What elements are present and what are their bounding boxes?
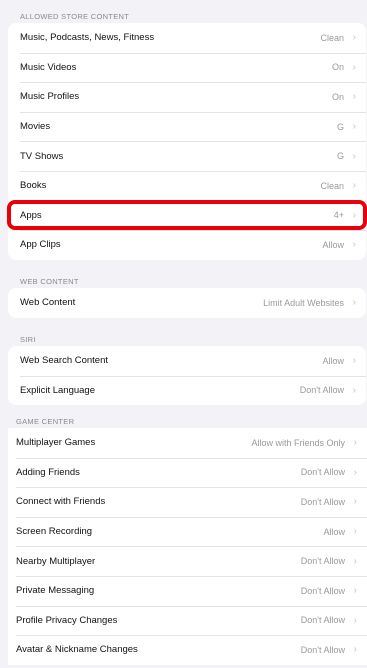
row-adding-friends[interactable]: Adding Friends Don't Allow › xyxy=(8,457,367,488)
chevron-right-icon: › xyxy=(352,91,356,103)
row-value: Allow with Friends Only xyxy=(251,437,345,448)
row-label: Music Videos xyxy=(20,61,77,73)
chevron-right-icon: › xyxy=(353,466,357,478)
row-label: TV Shows xyxy=(20,150,64,162)
row-value: Limit Adult Websites xyxy=(263,297,344,308)
row-label: Multiplayer Games xyxy=(16,437,96,449)
row-label: Web Content xyxy=(20,297,76,309)
row-value: Don't Allow xyxy=(300,556,345,567)
chevron-right-icon: › xyxy=(353,644,357,656)
section-header-web-content: WEB CONTENT xyxy=(20,277,79,286)
game-center-group: Multiplayer Games Allow with Friends Onl… xyxy=(8,428,367,665)
apps-row-highlight xyxy=(7,200,367,230)
row-web-search-content[interactable]: Web Search Content Allow › xyxy=(8,346,366,376)
row-music-profiles[interactable]: Music Profiles On › xyxy=(8,82,366,112)
row-label: Web Search Content xyxy=(20,355,109,367)
chevron-right-icon: › xyxy=(352,180,356,192)
row-label: Books xyxy=(20,180,47,192)
row-connect-with-friends[interactable]: Connect with Friends Don't Allow › xyxy=(8,487,367,517)
row-value: On xyxy=(331,91,344,102)
chevron-right-icon: › xyxy=(352,239,356,251)
row-explicit-language[interactable]: Explicit Language Don't Allow › xyxy=(8,375,366,406)
row-value: G xyxy=(336,151,344,162)
siri-group: Web Search Content Allow › Explicit Lang… xyxy=(8,346,366,406)
chevron-right-icon: › xyxy=(352,32,356,44)
row-label: Music Profiles xyxy=(20,91,80,103)
row-value: Allow xyxy=(323,526,345,537)
row-label: Profile Privacy Changes xyxy=(16,614,118,626)
row-screen-recording[interactable]: Screen Recording Allow › xyxy=(8,516,367,547)
section-header-game-center: GAME CENTER xyxy=(16,417,75,426)
row-label: Private Messaging xyxy=(16,585,95,597)
row-value: Clean xyxy=(320,32,344,43)
row-value: Don't Allow xyxy=(299,385,344,396)
row-music-podcasts[interactable]: Music, Podcasts, News, Fitness Clean › xyxy=(8,23,366,53)
section-header-allowed-store: ALLOWED STORE CONTENT xyxy=(20,12,130,21)
row-label: Music, Podcasts, News, Fitness xyxy=(20,32,155,44)
chevron-right-icon: › xyxy=(352,384,356,396)
chevron-right-icon: › xyxy=(353,526,357,538)
row-value: On xyxy=(331,62,344,73)
chevron-right-icon: › xyxy=(353,437,357,449)
row-profile-privacy-changes[interactable]: Profile Privacy Changes Don't Allow › xyxy=(8,605,367,636)
row-value: Allow xyxy=(322,239,344,250)
row-music-videos[interactable]: Music Videos On › xyxy=(8,52,366,83)
row-label: Explicit Language xyxy=(20,384,95,396)
chevron-right-icon: › xyxy=(353,555,357,567)
chevron-right-icon: › xyxy=(352,297,356,309)
row-nearby-multiplayer[interactable]: Nearby Multiplayer Don't Allow › xyxy=(8,546,367,576)
web-content-group: Web Content Limit Adult Websites › xyxy=(8,288,366,318)
row-value: Don't Allow xyxy=(300,615,345,626)
row-tv-shows[interactable]: TV Shows G › xyxy=(8,141,366,171)
row-value: Don't Allow xyxy=(300,467,345,478)
row-multiplayer-games[interactable]: Multiplayer Games Allow with Friends Onl… xyxy=(8,428,367,458)
row-books[interactable]: Books Clean › xyxy=(8,170,366,201)
row-value: Don't Allow xyxy=(300,496,345,507)
row-avatar-nickname-changes[interactable]: Avatar & Nickname Changes Don't Allow › xyxy=(8,635,367,665)
row-value: Allow xyxy=(322,355,344,366)
chevron-right-icon: › xyxy=(353,614,357,626)
row-web-content[interactable]: Web Content Limit Adult Websites › xyxy=(8,288,366,318)
row-app-clips[interactable]: App Clips Allow › xyxy=(8,230,366,260)
row-label: App Clips xyxy=(20,239,61,251)
row-private-messaging[interactable]: Private Messaging Don't Allow › xyxy=(8,575,367,606)
chevron-right-icon: › xyxy=(353,496,357,508)
row-value: Don't Allow xyxy=(300,644,345,655)
row-value: Clean xyxy=(320,180,344,191)
row-label: Connect with Friends xyxy=(16,496,106,508)
row-movies[interactable]: Movies G › xyxy=(8,111,366,142)
section-header-siri: SIRI xyxy=(20,335,36,344)
row-value: G xyxy=(336,121,344,132)
chevron-right-icon: › xyxy=(352,121,356,133)
chevron-right-icon: › xyxy=(352,150,356,162)
chevron-right-icon: › xyxy=(352,355,356,367)
row-label: Adding Friends xyxy=(16,466,80,478)
chevron-right-icon: › xyxy=(353,585,357,597)
row-label: Movies xyxy=(20,121,51,133)
chevron-right-icon: › xyxy=(352,61,356,73)
row-label: Nearby Multiplayer xyxy=(16,555,96,567)
row-value: Don't Allow xyxy=(300,585,345,596)
row-label: Screen Recording xyxy=(16,526,93,538)
row-label: Avatar & Nickname Changes xyxy=(16,644,138,656)
